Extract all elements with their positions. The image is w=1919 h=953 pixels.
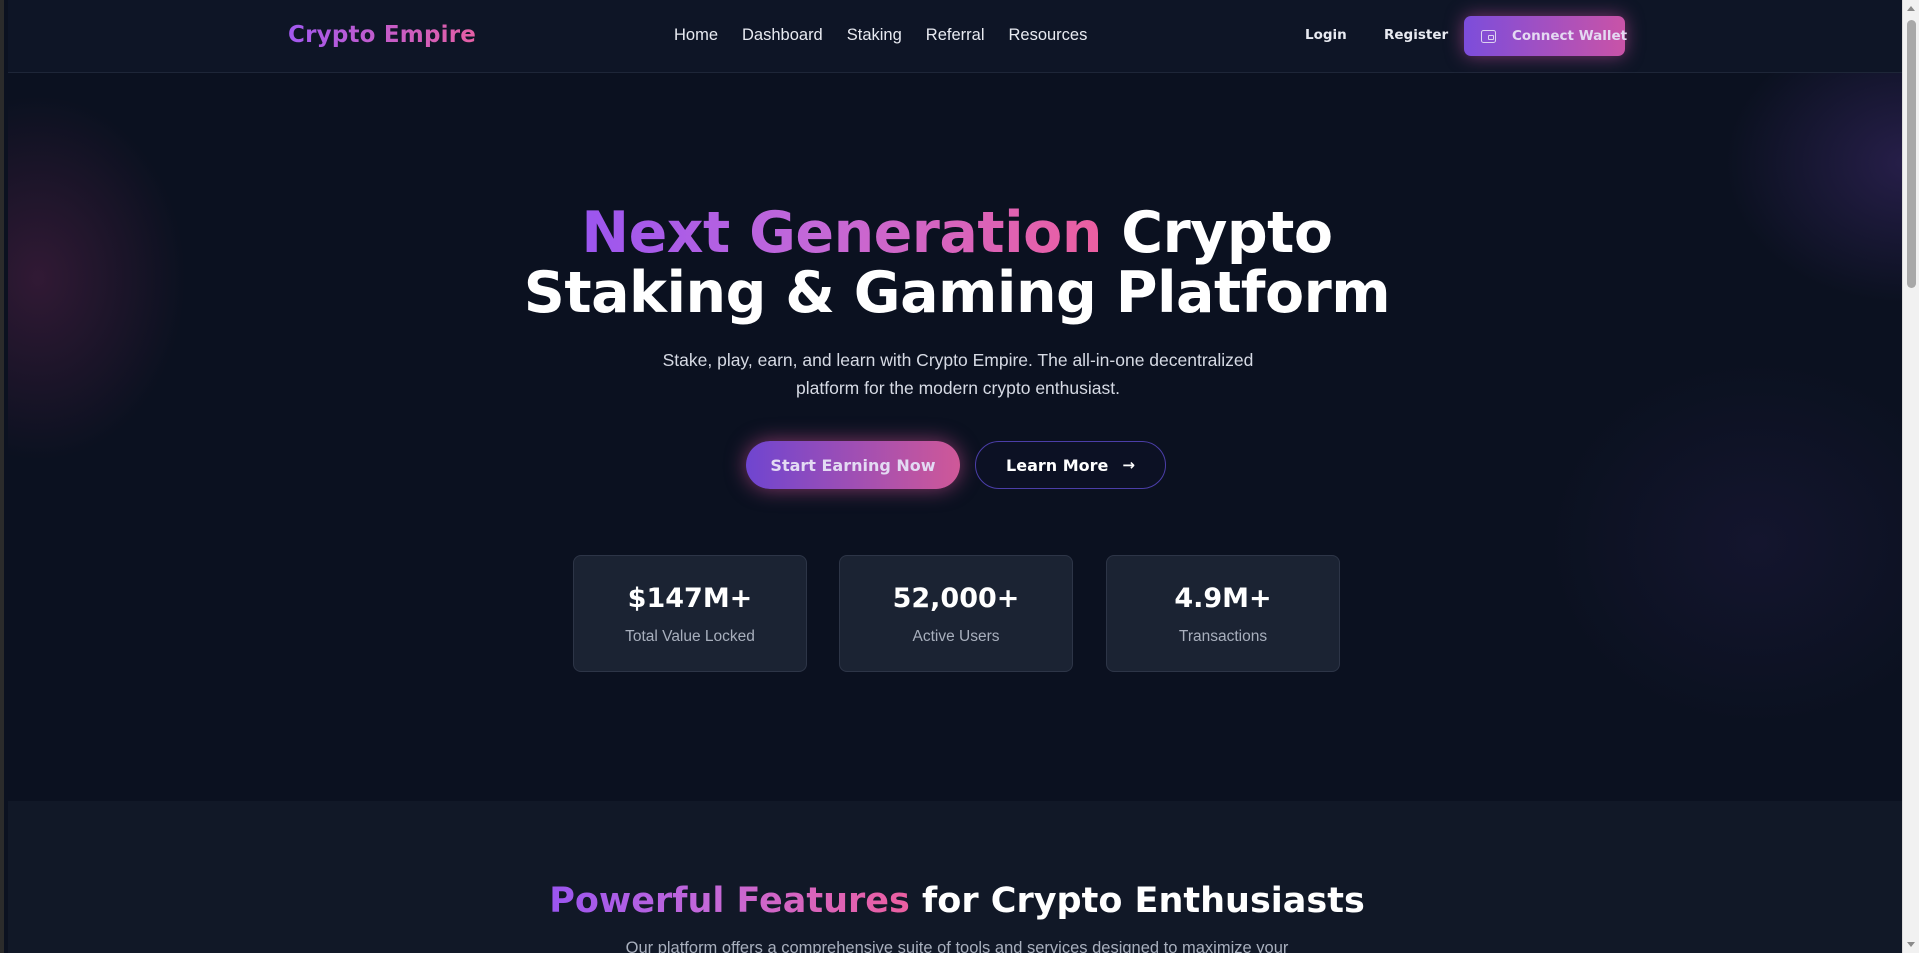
nav-home[interactable]: Home [674, 26, 718, 45]
page: Crypto Empire Home Dashboard Staking Ref… [0, 0, 1919, 953]
hero-title: Next Generation Crypto Staking & Gaming … [8, 203, 1906, 323]
stat-label: Transactions [1178, 628, 1268, 645]
stat-card-transactions: 4.9M+ Transactions [1106, 555, 1340, 672]
hero-section: Next Generation Crypto Staking & Gaming … [8, 73, 1906, 801]
connect-wallet-button[interactable]: Connect Wallet [1464, 16, 1628, 56]
features-title: Powerful Features for Crypto Enthusiasts [8, 881, 1906, 921]
navbar: Crypto Empire Home Dashboard Staking Ref… [8, 0, 1906, 73]
features-subtitle: Our platform offers a comprehensive suit… [625, 939, 1289, 953]
connect-wallet-label: Connect Wallet [1512, 28, 1628, 44]
hero-subtitle: Stake, play, earn, and learn with Crypto… [662, 350, 1254, 398]
arrow-right-icon: → [1122, 455, 1135, 474]
stat-card-tvl: $147M+ Total Value Locked [573, 555, 807, 672]
stat-value: 52,000+ [892, 583, 1020, 614]
stat-card-users: 52,000+ Active Users [839, 555, 1073, 672]
nav-staking[interactable]: Staking [847, 26, 902, 45]
learn-more-button[interactable]: Learn More → [975, 441, 1166, 489]
learn-more-label: Learn More [1006, 455, 1109, 475]
page-scrollbar[interactable] [1902, 0, 1919, 953]
hero-title-highlight: Next Generation [581, 200, 1102, 266]
nav-resources[interactable]: Resources [1008, 26, 1087, 45]
features-title-rest: for Crypto Enthusiasts [909, 881, 1365, 921]
scroll-thumb[interactable] [1907, 20, 1916, 288]
scroll-up-arrow-icon[interactable] [1907, 6, 1915, 11]
wallet-icon [1481, 29, 1496, 43]
register-link[interactable]: Register [1384, 27, 1448, 43]
features-title-highlight: Powerful Features [549, 881, 910, 921]
features-section: Powerful Features for Crypto Enthusiasts… [8, 801, 1906, 953]
stat-value: 4.9M+ [1174, 583, 1272, 614]
login-link[interactable]: Login [1305, 27, 1347, 43]
brand-logo[interactable]: Crypto Empire [288, 22, 476, 48]
nav-referral[interactable]: Referral [926, 26, 985, 45]
stat-value: $147M+ [627, 583, 753, 614]
nav-dashboard[interactable]: Dashboard [742, 26, 823, 45]
stat-label: Active Users [912, 628, 1000, 645]
stat-label: Total Value Locked [625, 628, 755, 645]
start-earning-button[interactable]: Start Earning Now [746, 441, 960, 489]
scroll-down-arrow-icon[interactable] [1907, 942, 1915, 947]
hero-title-line1-rest: Crypto [1101, 200, 1333, 266]
main-nav: Home Dashboard Staking Referral Resource… [674, 26, 1111, 45]
hero-title-line2: Staking & Gaming Platform [523, 260, 1391, 326]
